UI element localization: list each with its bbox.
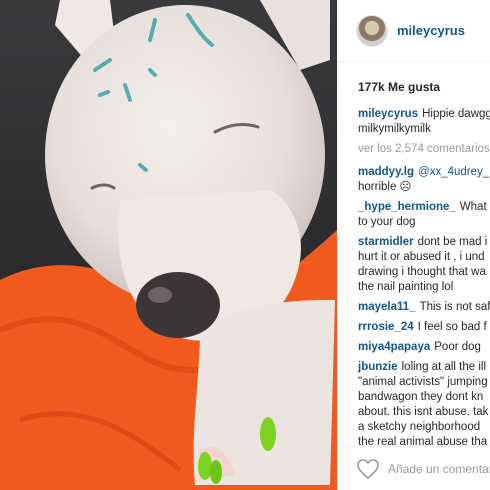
post-sidebar: mileycyrus 177k Me gusta mileycyrus Hippi…	[337, 0, 490, 490]
comment-username[interactable]: rrrosie_24	[358, 321, 414, 333]
post-username[interactable]: mileycyrus	[397, 23, 465, 38]
comment-line: the nail painting lol	[358, 281, 454, 293]
comment-line: to your dog	[358, 216, 416, 228]
comment-line: milkymilkymilk	[358, 123, 431, 135]
heart-icon[interactable]	[356, 458, 380, 480]
comment-bar: Añade un comentario...	[338, 446, 490, 490]
comment-text: loling at all the ill	[401, 361, 487, 373]
comment-line: horrible ☹	[358, 181, 412, 193]
post-photo[interactable]	[0, 0, 337, 490]
comment-item: mayela11_ This is not saf	[358, 300, 490, 315]
comment-item: jbunzie loling at all the ill "animal act…	[358, 360, 490, 450]
comment-username[interactable]: mayela11_	[358, 301, 416, 313]
comment-username[interactable]: mileycyrus	[358, 108, 418, 120]
comment-item: _hype_hermione_ What to your dog	[358, 200, 490, 230]
comment-item: miya4papaya Poor dog	[358, 340, 490, 355]
comment-mention[interactable]: @xx_4udrey_	[418, 166, 489, 178]
comments-list: mileycyrus Hippie dawgg milkymilkymilk ve…	[358, 107, 490, 455]
comment-line: bandwagon they dont kn	[358, 391, 484, 403]
instagram-post: mileycyrus 177k Me gusta mileycyrus Hippi…	[0, 0, 490, 490]
comment-text: Hippie dawgg	[422, 108, 490, 120]
comment-line: about. this isnt abuse. tak	[358, 406, 489, 418]
view-more-comments-link[interactable]: ver los 2,574 comentarios	[358, 142, 490, 157]
post-header: mileycyrus	[338, 0, 490, 62]
comment-username[interactable]: maddyy.lg	[358, 166, 414, 178]
comment-text: I feel so bad f	[417, 321, 487, 333]
add-comment-input[interactable]: Añade un comentario...	[388, 462, 490, 476]
likes-count[interactable]: 177k Me gusta	[338, 62, 490, 94]
dog-photo-illustration	[0, 0, 337, 490]
comment-text: dont be mad i	[417, 236, 488, 248]
comment-line: hurt it or abused it , i und	[358, 251, 485, 263]
comment-text: This is not saf	[419, 301, 490, 313]
comment-line: "animal activists" jumping	[358, 376, 488, 388]
comment-text: What	[459, 201, 487, 213]
comment-item: rrrosie_24 I feel so bad f	[358, 320, 490, 335]
comment-username[interactable]: _hype_hermione_	[358, 201, 456, 213]
comment-username[interactable]: starmidler	[358, 236, 414, 248]
caption: mileycyrus Hippie dawgg milkymilkymilk	[358, 107, 490, 137]
comment-line: a sketchy neighborhood	[358, 421, 481, 433]
comment-username[interactable]: miya4papaya	[358, 341, 430, 353]
comment-username[interactable]: jbunzie	[358, 361, 398, 373]
avatar[interactable]	[356, 14, 388, 47]
comment-line: drawing i thought that wa	[358, 266, 486, 278]
comment-item: starmidler dont be mad i hurt it or abuse…	[358, 235, 490, 295]
comment-item: maddyy.lg @xx_4udrey_ horrible ☹	[358, 165, 490, 195]
comment-text: Poor dog	[434, 341, 481, 353]
